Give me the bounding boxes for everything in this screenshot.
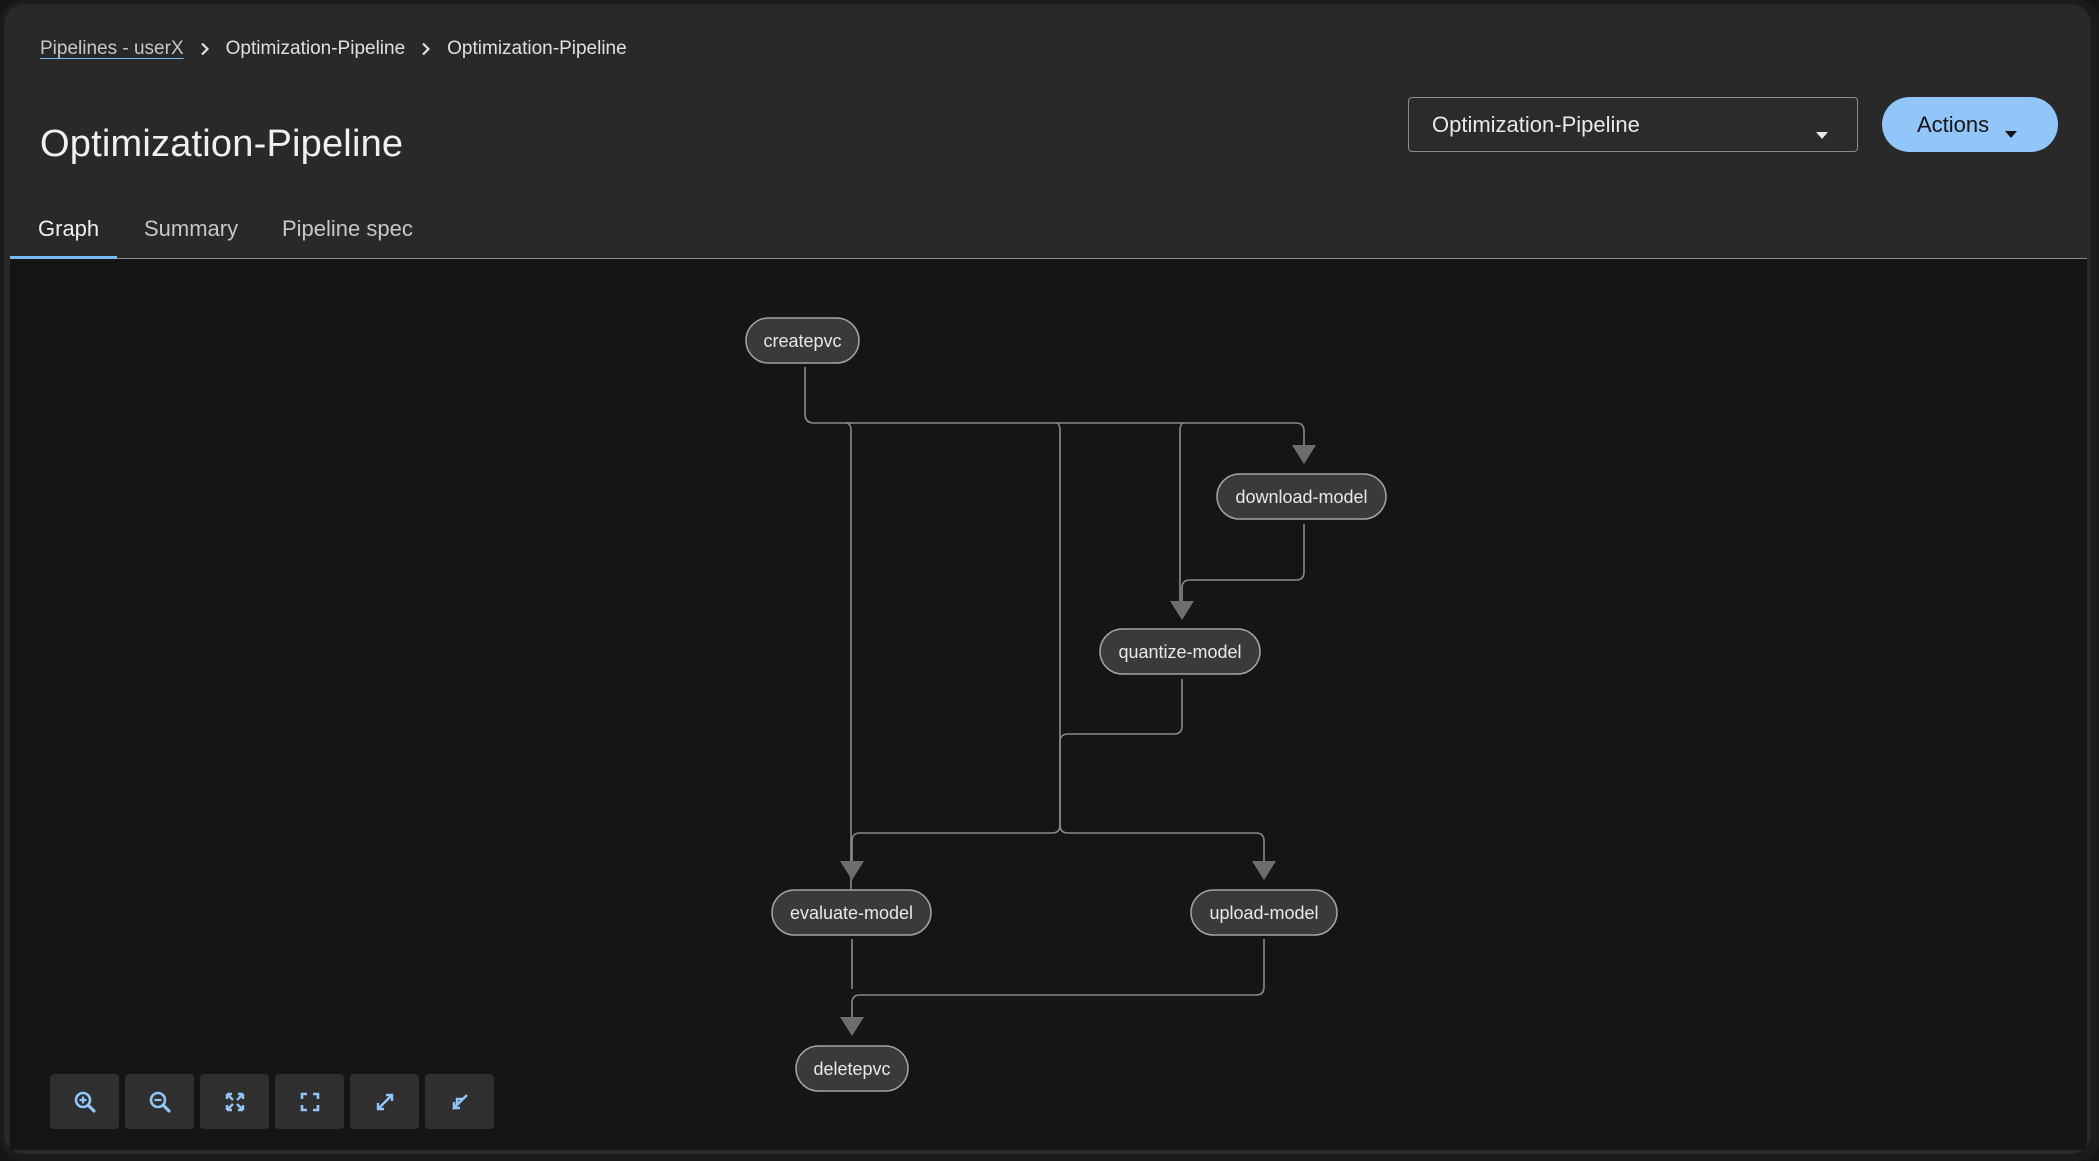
breadcrumb-version: Optimization-Pipeline <box>447 38 627 59</box>
arrowhead <box>1170 601 1194 620</box>
version-select-value: Optimization-Pipeline <box>1432 111 1640 137</box>
graph-edge <box>804 367 1305 445</box>
graph-edge <box>851 939 1265 1017</box>
expand-icon <box>376 1093 393 1110</box>
caret-down-icon <box>2004 119 2018 145</box>
tab-bar: Graph Summary Pipeline spec <box>10 204 2087 260</box>
node-label: quantize-model <box>1118 642 1241 662</box>
breadcrumb: Pipelines - userX Optimization-Pipeline … <box>40 38 627 60</box>
breadcrumb-pipelines-link[interactable]: Pipelines - userX <box>40 38 184 60</box>
graph-edge <box>1181 524 1305 601</box>
graph-node-quantize-model[interactable]: quantize-model <box>1099 628 1261 675</box>
arrowhead <box>1292 445 1316 464</box>
caret-down-icon <box>1815 120 1829 146</box>
graph-node-deletepvc[interactable]: deletepvc <box>795 1045 909 1092</box>
chevron-right-icon <box>405 38 447 60</box>
fit-to-screen-button[interactable] <box>200 1074 269 1129</box>
zoom-out-icon <box>149 1091 171 1113</box>
collapse-icon <box>451 1093 468 1110</box>
graph-node-evaluate-model[interactable]: evaluate-model <box>771 889 932 936</box>
reset-view-icon <box>300 1092 319 1111</box>
pipeline-graph: createpvc download-model quantize-model … <box>745 317 1387 1092</box>
fit-to-screen-icon <box>225 1092 244 1111</box>
zoom-in-button[interactable] <box>50 1074 119 1129</box>
tab-graph[interactable]: Graph <box>38 216 99 242</box>
pipeline-version-select[interactable]: Optimization-Pipeline <box>1408 97 1858 152</box>
arrowhead <box>840 1017 864 1036</box>
graph-controls <box>50 1074 494 1129</box>
pipeline-graph-canvas[interactable]: createpvc download-model quantize-model … <box>10 259 2087 1150</box>
chevron-right-icon <box>184 38 226 60</box>
tab-summary[interactable]: Summary <box>144 216 238 242</box>
actions-button[interactable]: Actions <box>1882 97 2058 152</box>
expand-button[interactable] <box>350 1074 419 1129</box>
graph-edge <box>845 422 852 903</box>
collapse-button[interactable] <box>425 1074 494 1129</box>
graph-node-upload-model[interactable]: upload-model <box>1190 889 1338 936</box>
node-label: upload-model <box>1209 903 1318 923</box>
arrowhead <box>1252 861 1276 880</box>
actions-label: Actions <box>1917 111 1990 137</box>
arrowhead <box>840 861 864 880</box>
graph-node-createpvc[interactable]: createpvc <box>745 317 860 364</box>
page-title: Optimization-Pipeline <box>40 123 404 166</box>
graph-edge <box>1179 422 1185 601</box>
zoom-in-icon <box>74 1091 96 1113</box>
node-label: deletepvc <box>813 1059 890 1079</box>
graph-node-download-model[interactable]: download-model <box>1216 473 1387 520</box>
tab-pipeline-spec[interactable]: Pipeline spec <box>282 216 413 242</box>
pipeline-details-panel: Pipelines - userX Optimization-Pipeline … <box>4 4 2091 1154</box>
zoom-out-button[interactable] <box>125 1074 194 1129</box>
node-label: evaluate-model <box>790 903 913 923</box>
breadcrumb-pipeline: Optimization-Pipeline <box>225 38 406 59</box>
node-label: download-model <box>1235 487 1367 507</box>
node-label: createpvc <box>763 331 841 351</box>
reset-view-button[interactable] <box>275 1074 344 1129</box>
app-window: Pipelines - userX Optimization-Pipeline … <box>0 0 2099 1161</box>
